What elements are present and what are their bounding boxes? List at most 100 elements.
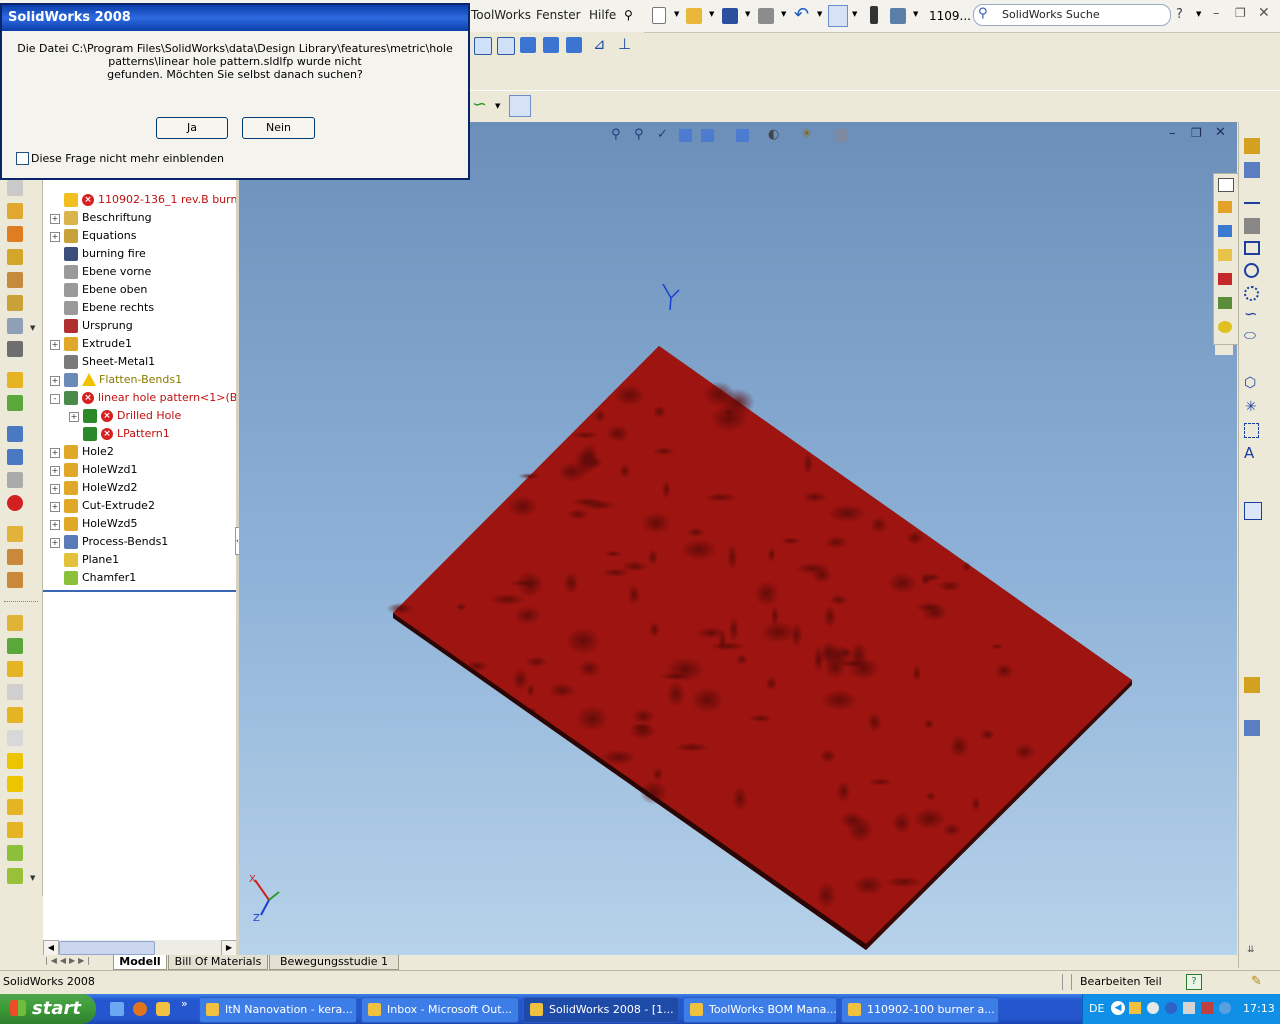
start-button[interactable]: start [0, 994, 96, 1024]
delete-body-icon[interactable] [7, 799, 23, 815]
thicken-icon[interactable] [7, 845, 23, 861]
restore-icon[interactable]: ❐ [1235, 6, 1246, 20]
print-icon[interactable] [758, 8, 774, 24]
graphics-viewport[interactable]: ⚲ ⚲ ✓ ◐ ☀ – ❐ ✕ X Z [239, 122, 1237, 955]
tray-expand-icon[interactable]: ◀ [1111, 1001, 1125, 1015]
sketch-icon[interactable] [1244, 138, 1260, 154]
open-folder-icon[interactable] [686, 8, 702, 24]
add-relation-icon[interactable] [1244, 720, 1260, 736]
line-icon[interactable] [1244, 202, 1260, 204]
tree-item[interactable]: + HoleWzd5 [43, 515, 236, 533]
tray-network-icon[interactable] [1147, 1002, 1159, 1014]
tree-item[interactable]: + Equations [43, 227, 236, 245]
tree-item[interactable]: burning fire [43, 245, 236, 263]
select-cursor-button[interactable] [828, 5, 848, 27]
boundary-icon[interactable] [7, 272, 23, 288]
undo-icon[interactable]: ↶ [794, 4, 809, 25]
tab-bill-of-materials[interactable]: Bill Of Materials [168, 955, 268, 970]
chevron-down-icon[interactable]: ▼ [852, 10, 857, 18]
taskbar-button[interactable]: ItN Nanovation - kera... [199, 997, 357, 1023]
revolve-icon[interactable] [7, 203, 23, 219]
tree-item[interactable]: Ebene rechts [43, 299, 236, 317]
quick-snaps-button[interactable] [509, 95, 531, 117]
tree-item[interactable]: + Cut-Extrude2 [43, 497, 236, 515]
tree-item[interactable]: + HoleWzd2 [43, 479, 236, 497]
instant-3d-icon[interactable] [7, 615, 23, 631]
tree-item[interactable]: - × linear hole pattern<1>(Ben [43, 389, 251, 407]
chevron-down-icon[interactable]: ▼ [495, 102, 500, 110]
tree-item[interactable]: × 110902-136_1 rev.B burner_tul [43, 191, 269, 209]
firefox-quicklaunch-icon[interactable] [133, 1002, 147, 1016]
status-help-icon[interactable]: ? [1186, 974, 1202, 990]
expand-icon[interactable]: + [69, 412, 79, 422]
view-right-icon[interactable] [543, 37, 559, 53]
freeform-icon[interactable] [7, 661, 23, 677]
dome-icon[interactable] [7, 495, 23, 511]
taskbar-button[interactable]: Inbox - Microsoft Out... [361, 997, 519, 1023]
sweep-icon[interactable] [7, 226, 23, 242]
task-pane-tab-resources[interactable] [1218, 178, 1234, 192]
cut-extrude-icon[interactable] [7, 372, 23, 388]
tray-app-icon[interactable] [1129, 1002, 1141, 1014]
task-pane-tab-view-palette[interactable] [1218, 297, 1232, 309]
taskbar-button[interactable]: ToolWorks BOM Mana... [683, 997, 837, 1023]
draft-icon[interactable] [7, 426, 23, 442]
expand-icon[interactable]: + [50, 232, 60, 242]
search-box[interactable]: ⚲ SolidWorks Suche [973, 4, 1171, 26]
tree-item[interactable]: Ebene vorne [43, 263, 236, 281]
combine-icon[interactable] [7, 730, 23, 746]
expand-icon[interactable]: + [50, 340, 60, 350]
move-face-icon[interactable] [7, 776, 23, 792]
extrude-boss-icon[interactable] [7, 180, 23, 196]
chevron-down-icon[interactable]: ▼ [745, 10, 750, 18]
scroll-right-icon[interactable]: ▶ [221, 940, 237, 956]
rebuild-pencil-icon[interactable]: ✎ [1251, 974, 1262, 989]
hole-wizard-icon[interactable] [7, 549, 23, 565]
split-icon[interactable] [7, 753, 23, 769]
minimize-icon[interactable]: – [1213, 6, 1220, 21]
chevron-down-icon[interactable]: ▼ [709, 10, 714, 18]
spline-icon[interactable]: ∽ [1244, 304, 1257, 323]
spline-icon[interactable]: ∽ [472, 94, 487, 115]
tree-item[interactable]: + Hole2 [43, 443, 236, 461]
view-back-icon[interactable] [497, 37, 515, 55]
yes-button[interactable]: Ja [156, 117, 228, 139]
tab-bewegungsstudie[interactable]: Bewegungsstudie 1 [269, 955, 399, 970]
cut-revolve-icon[interactable] [7, 395, 23, 411]
menu-hilfe[interactable]: Hilfe [589, 8, 616, 22]
tree-item[interactable]: + Beschriftung [43, 209, 236, 227]
help-icon[interactable]: ? [1176, 7, 1183, 22]
sketch-tools-icon[interactable] [7, 868, 23, 884]
expand-icon[interactable]: + [50, 214, 60, 224]
smart-dimension-icon[interactable] [1244, 162, 1260, 178]
tree-item[interactable]: + Flatten-Bends1 [43, 371, 236, 389]
taskbar-button[interactable]: 110902-100 burner a... [841, 997, 999, 1023]
tray-update-icon[interactable] [1219, 1002, 1231, 1014]
pattern-icon[interactable] [7, 318, 23, 334]
polygon-icon[interactable]: ⬡ [1244, 375, 1256, 391]
tree-item[interactable]: + Extrude1 [43, 335, 236, 353]
tree-item[interactable]: + HoleWzd1 [43, 461, 236, 479]
part-model[interactable]: X Z [239, 122, 1237, 955]
ellipse-icon[interactable]: ⬭ [1244, 328, 1256, 344]
repair-sketch-icon[interactable] [1244, 677, 1260, 693]
rib-icon[interactable] [7, 341, 23, 357]
task-pane-tab-design-library[interactable] [1218, 225, 1232, 237]
tray-volume-icon[interactable] [1183, 1002, 1195, 1014]
menu-toolworks[interactable]: ToolWorks [471, 8, 531, 22]
tree-item[interactable]: Sheet-Metal1 [43, 353, 236, 371]
quicklaunch-overflow-icon[interactable]: » [181, 997, 188, 1010]
tree-item[interactable]: Ursprung [43, 317, 236, 335]
view-front-icon[interactable] [474, 37, 492, 55]
menu-fenster[interactable]: Fenster [536, 8, 581, 22]
view-left-icon[interactable] [520, 37, 536, 53]
tree-item[interactable]: Chamfer1 [43, 569, 236, 587]
tree-horizontal-scrollbar[interactable]: ◀ ▶ [43, 940, 237, 956]
deform-icon[interactable] [7, 684, 23, 700]
tab-scroll-arrows[interactable]: |◀◀▶▶| [45, 956, 93, 965]
expand-icon[interactable]: + [50, 502, 60, 512]
chevron-down-icon[interactable]: ▼ [817, 10, 822, 18]
sketch-text-icon[interactable]: A [1244, 444, 1254, 462]
point-icon[interactable]: ✳ [1245, 399, 1257, 415]
show-desktop-icon[interactable] [110, 1002, 124, 1016]
